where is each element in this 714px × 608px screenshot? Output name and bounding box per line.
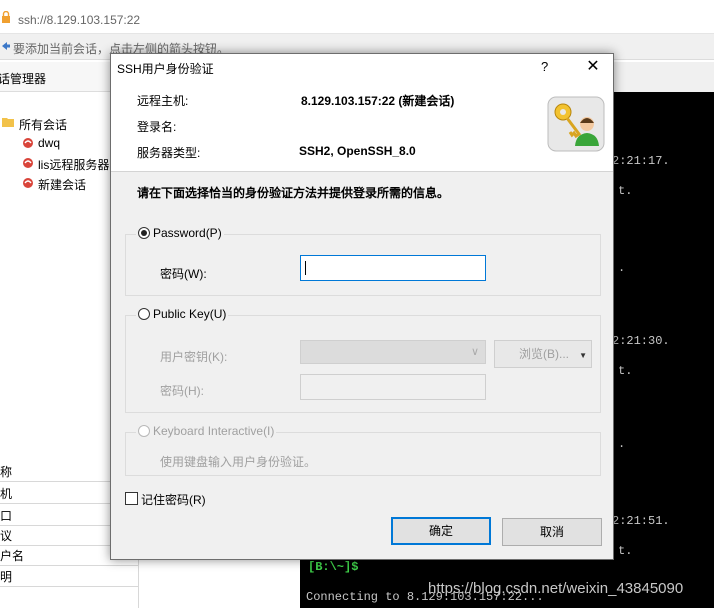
server-type-value: SSH2, OpenSSH_8.0 [299,144,416,158]
lock-icon [2,11,10,23]
password-label: 密码(W): [160,267,207,281]
dialog-title: SSH用户身份验证 [117,62,214,76]
ssh-auth-dialog: SSH用户身份验证 ? ✕ 远程主机: 8.129.103.157:22 (新建… [110,53,614,560]
connection-info: 远程主机: 8.129.103.157:22 (新建会话) 登录名: 服务器类型… [111,80,613,172]
terminal-line: t. [618,184,633,198]
folder-icon [2,118,14,127]
keyboard-description: 使用键盘输入用户身份验证。 [160,455,317,469]
remember-password-checkbox[interactable] [125,492,138,505]
tree-item-all-sessions[interactable]: 所有会话 [19,116,67,133]
tree-item-dwq[interactable]: dwq [38,136,60,150]
remote-host-value: 8.129.103.157:22 (新建会话) [301,94,455,108]
radio-unselected-icon [138,308,150,320]
session-icon [23,158,33,168]
server-type-label: 服务器类型: [137,146,201,160]
passphrase-input[interactable] [300,374,486,400]
session-icon [23,178,33,188]
password-group: Password(P) 密码(W): [125,226,601,296]
close-button[interactable]: ✕ [584,56,602,76]
publickey-option-label: Public Key(U) [153,307,227,321]
auth-options-panel: 请在下面选择恰当的身份验证方法并提供登录所需的信息。 Password(P) 密… [111,172,613,559]
terminal-tab-strip [610,62,714,92]
terminal-prompt: [B:\~]$ [308,560,359,574]
terminal-line: 2:21:30. [612,334,670,348]
publickey-group: Public Key(U) 用户密钥(K): ∨ 浏览(B)... ▼ 密码(H… [125,307,601,413]
terminal-line: . [618,261,626,275]
prop-description: 明 [0,567,138,587]
dropdown-arrow-icon: ▼ [579,351,587,360]
user-key-label: 用户密钥(K): [160,350,228,364]
keyboard-interactive-radio[interactable]: Keyboard Interactive(I) [136,424,277,438]
terminal-line: t. [618,364,633,378]
remote-host-label: 远程主机: [137,94,189,108]
password-input[interactable] [300,255,486,281]
user-key-combo[interactable]: ∨ [300,340,486,364]
keyboard-interactive-group: Keyboard Interactive(I) 使用键盘输入用户身份验证。 [125,424,601,476]
text-caret [305,261,306,275]
remember-password-label: 记住密码(R) [141,493,206,507]
keyboard-option-label: Keyboard Interactive(I) [153,424,275,438]
ok-button[interactable]: 确定 [391,517,491,545]
radio-unselected-icon [138,425,150,437]
address-text: ssh://8.129.103.157:22 [18,13,141,27]
help-button[interactable]: ? [541,59,548,74]
address-bar[interactable]: ssh://8.129.103.157:22 [0,0,714,34]
password-radio[interactable]: Password(P) [136,226,224,240]
session-manager-title-text: 话管理器 [0,72,47,86]
login-name-label: 登录名: [137,120,177,134]
instruction-text: 请在下面选择恰当的身份验证方法并提供登录所需的信息。 [137,186,450,200]
terminal-line: . [618,437,626,451]
passphrase-label: 密码(H): [160,384,204,398]
browse-button[interactable]: 浏览(B)... ▼ [494,340,592,368]
watermark: https://blog.csdn.net/weixin_43845090 [428,580,684,597]
tree-item-lis-server[interactable]: lis远程服务器 [38,156,109,173]
dialog-title-bar[interactable]: SSH用户身份验证 ? ✕ [111,54,613,80]
terminal-line: 2:21:17. [612,154,670,168]
key-user-icon [547,96,605,152]
terminal-line: 2:21:51. [612,514,670,528]
radio-selected-icon [138,227,150,239]
tree-item-new-session[interactable]: 新建会话 [38,176,86,193]
password-option-label: Password(P) [153,226,222,240]
cancel-button[interactable]: 取消 [502,518,602,546]
arrow-icon[interactable] [1,41,11,51]
publickey-radio[interactable]: Public Key(U) [136,307,229,321]
browse-button-label: 浏览(B)... [519,347,569,361]
session-icon [23,138,33,148]
chevron-down-icon: ∨ [470,346,479,358]
terminal-line: t. [618,544,633,558]
